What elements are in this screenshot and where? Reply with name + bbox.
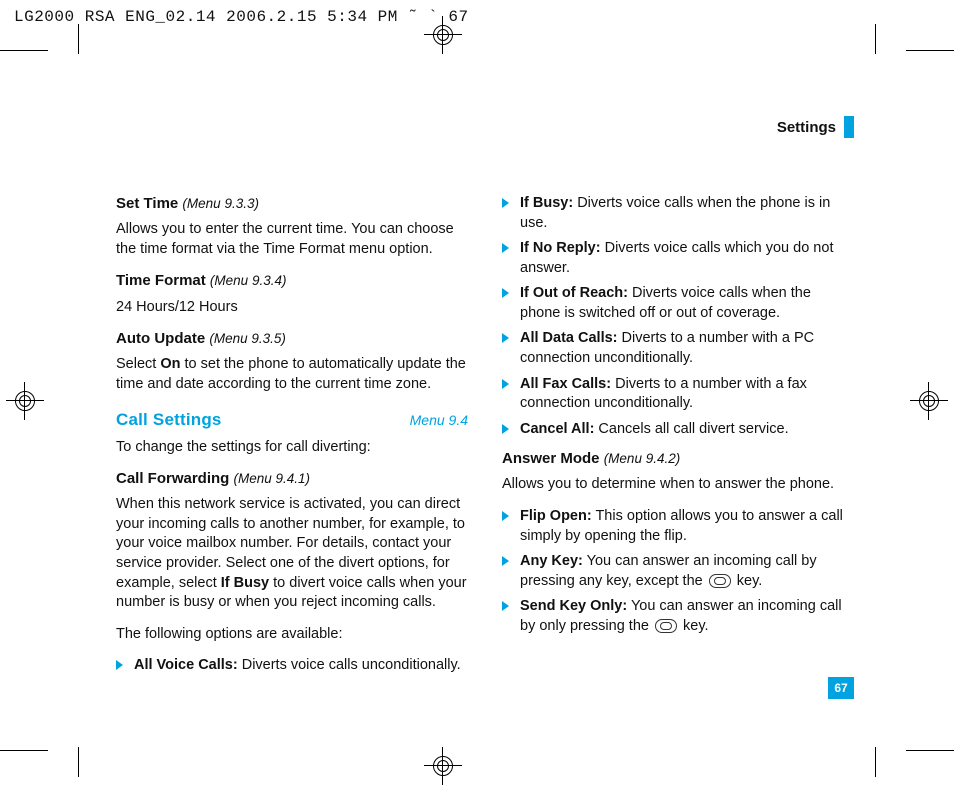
body-text: Allows you to determine when to answer t… xyxy=(502,475,854,495)
heading-text: Set Time xyxy=(116,195,178,212)
list-item: If Busy: Diverts voice calls when the ph… xyxy=(502,194,854,233)
bullet-label: Cancel All: xyxy=(520,421,594,437)
bullet-arrow-icon xyxy=(502,379,509,389)
registration-mark xyxy=(430,22,456,48)
send-key-icon xyxy=(655,619,677,633)
right-column: If Busy: Diverts voice calls when the ph… xyxy=(502,188,854,711)
crop-mark xyxy=(875,747,876,777)
heading-text: Auto Update xyxy=(116,330,205,347)
heading-text: Call Forwarding xyxy=(116,470,229,487)
list-item: Send Key Only: You can answer an incomin… xyxy=(502,597,854,636)
text-bold: On xyxy=(160,356,180,372)
bullet-label: All Data Calls: xyxy=(520,330,618,346)
bullet-label: All Voice Calls: xyxy=(134,657,238,673)
list-item: Cancel All: Cancels all call divert serv… xyxy=(502,420,854,440)
bullet-label: All Fax Calls: xyxy=(520,376,611,392)
crop-mark xyxy=(78,747,79,777)
section-title: Call Settings xyxy=(116,409,222,432)
text-bold: If Busy xyxy=(221,575,269,591)
menu-ref: (Menu 9.3.4) xyxy=(210,273,287,288)
bullet-arrow-icon xyxy=(502,556,509,566)
bullet-label: Any Key: xyxy=(520,553,583,569)
bullet-text: Diverts voice calls unconditionally. xyxy=(238,657,461,673)
registration-mark xyxy=(916,388,942,414)
file-slug: LG2000 RSA ENG_02.14 2006.2.15 5:34 PM ˜… xyxy=(14,8,469,26)
list-item: If Out of Reach: Diverts voice calls whe… xyxy=(502,284,854,323)
bullet-arrow-icon xyxy=(502,198,509,208)
menu-ref: (Menu 9.4.1) xyxy=(234,471,311,486)
bullet-label: Send Key Only: xyxy=(520,598,627,614)
bullet-text: Cancels all call divert service. xyxy=(594,421,788,437)
menu-ref: (Menu 9.4.2) xyxy=(604,451,681,466)
crop-mark xyxy=(906,750,954,751)
menu-ref: (Menu 9.3.5) xyxy=(209,331,286,346)
bullet-list: All Voice Calls: Diverts voice calls unc… xyxy=(116,656,468,676)
registration-mark xyxy=(12,388,38,414)
page-number: 67 xyxy=(828,677,854,699)
heading-set-time: Set Time (Menu 9.3.3) xyxy=(116,194,468,214)
heading-answer-mode: Answer Mode (Menu 9.4.2) xyxy=(502,449,854,469)
content-area: Set Time (Menu 9.3.3) Allows you to ente… xyxy=(116,188,854,711)
menu-ref: (Menu 9.3.3) xyxy=(182,196,259,211)
registration-mark xyxy=(430,753,456,779)
end-key-icon xyxy=(709,574,731,588)
bullet-list: Flip Open: This option allows you to ans… xyxy=(502,507,854,636)
page-title: Settings xyxy=(777,119,836,136)
crop-mark xyxy=(0,50,48,51)
bullet-text: key. xyxy=(679,618,709,634)
bullet-arrow-icon xyxy=(502,288,509,298)
body-text: When this network service is activated, … xyxy=(116,495,468,612)
bullet-list: If Busy: Diverts voice calls when the ph… xyxy=(502,194,854,439)
left-column: Set Time (Menu 9.3.3) Allows you to ente… xyxy=(116,188,468,711)
list-item: Any Key: You can answer an incoming call… xyxy=(502,552,854,591)
bullet-arrow-icon xyxy=(116,660,123,670)
bullet-label: If No Reply: xyxy=(520,240,601,256)
body-text: To change the settings for call divertin… xyxy=(116,438,468,458)
list-item: Flip Open: This option allows you to ans… xyxy=(502,507,854,546)
section-heading-call-settings: Call Settings Menu 9.4 xyxy=(116,409,468,432)
heading-auto-update: Auto Update (Menu 9.3.5) xyxy=(116,329,468,349)
crop-mark xyxy=(875,24,876,54)
heading-text: Answer Mode xyxy=(502,450,600,467)
crop-mark xyxy=(78,24,79,54)
text: Select xyxy=(116,356,160,372)
body-text: The following options are available: xyxy=(116,625,468,645)
body-text: Allows you to enter the current time. Yo… xyxy=(116,220,468,259)
list-item: All Voice Calls: Diverts voice calls unc… xyxy=(116,656,468,676)
list-item: All Fax Calls: Diverts to a number with … xyxy=(502,375,854,414)
bullet-arrow-icon xyxy=(502,511,509,521)
list-item: All Data Calls: Diverts to a number with… xyxy=(502,329,854,368)
crop-mark xyxy=(906,50,954,51)
heading-call-forwarding: Call Forwarding (Menu 9.4.1) xyxy=(116,469,468,489)
heading-time-format: Time Format (Menu 9.3.4) xyxy=(116,271,468,291)
list-item: If No Reply: Diverts voice calls which y… xyxy=(502,239,854,278)
bullet-arrow-icon xyxy=(502,243,509,253)
crop-mark xyxy=(0,750,48,751)
heading-text: Time Format xyxy=(116,272,206,289)
bullet-label: If Out of Reach: xyxy=(520,285,628,301)
bullet-arrow-icon xyxy=(502,601,509,611)
page-header: Settings xyxy=(777,116,854,138)
body-text: 24 Hours/12 Hours xyxy=(116,298,468,318)
header-accent xyxy=(844,116,854,138)
body-text: Select On to set the phone to automatica… xyxy=(116,355,468,394)
bullet-arrow-icon xyxy=(502,333,509,343)
bullet-arrow-icon xyxy=(502,424,509,434)
section-menu-ref: Menu 9.4 xyxy=(410,411,468,430)
bullet-label: Flip Open: xyxy=(520,508,592,524)
bullet-text: key. xyxy=(733,573,763,589)
bullet-label: If Busy: xyxy=(520,195,573,211)
